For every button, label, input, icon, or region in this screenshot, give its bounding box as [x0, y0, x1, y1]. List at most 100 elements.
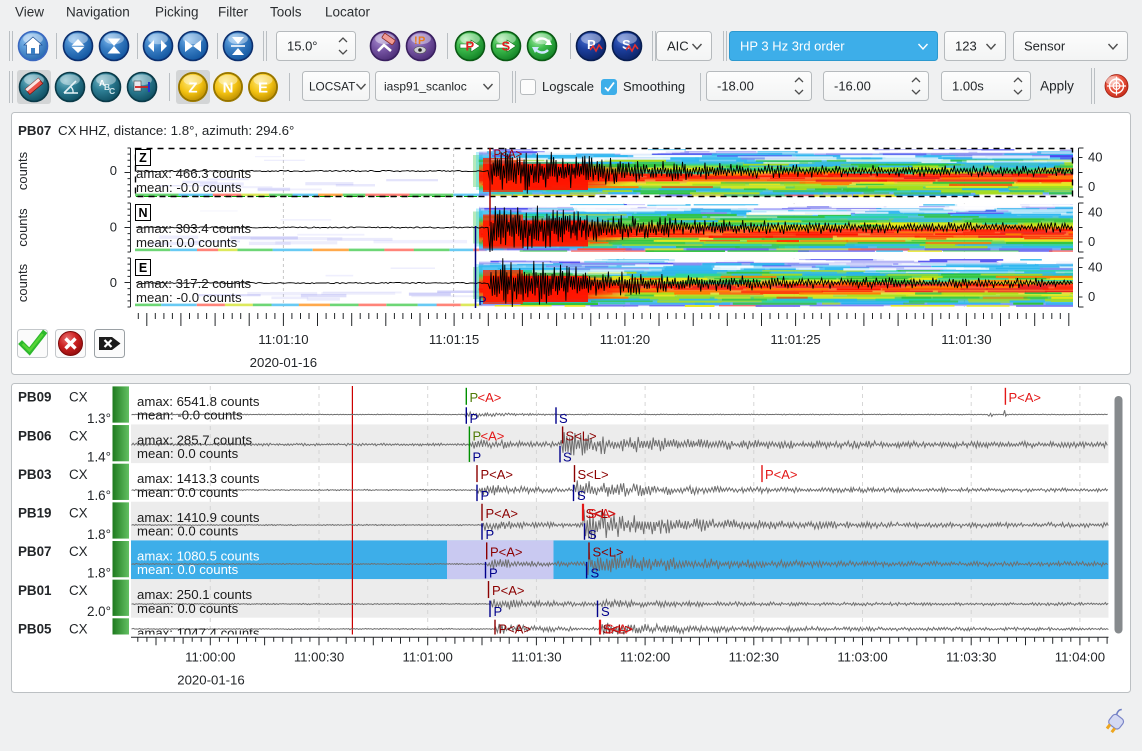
svg-text:11:01:00: 11:01:00 — [403, 650, 453, 665]
svg-text:HP 3 Hz 3rd order: HP 3 Hz 3rd order — [740, 39, 845, 54]
svg-text:CX: CX — [69, 622, 88, 637]
svg-text:LOCSAT: LOCSAT — [309, 80, 355, 94]
svg-text:2.0°: 2.0° — [87, 604, 111, 619]
svg-text:Locator: Locator — [325, 5, 371, 20]
svg-text:P: P — [489, 565, 498, 580]
svg-text:1.4°: 1.4° — [87, 449, 111, 464]
svg-text:E: E — [139, 261, 147, 275]
svg-text:11:01:25: 11:01:25 — [770, 332, 820, 347]
svg-text:0: 0 — [110, 163, 117, 178]
svg-text:mean: 0.0 counts: mean: 0.0 counts — [137, 446, 239, 461]
svg-text:CX: CX — [69, 544, 88, 559]
svg-text:PB03: PB03 — [18, 467, 52, 482]
svg-text:11:02:30: 11:02:30 — [729, 650, 779, 665]
svg-text:PB06: PB06 — [18, 428, 52, 443]
svg-text:P: P — [486, 527, 495, 542]
svg-text:S: S — [601, 604, 610, 619]
svg-text:11:01:15: 11:01:15 — [429, 332, 479, 347]
svg-text:PB01: PB01 — [18, 583, 52, 598]
svg-text:-16.00: -16.00 — [834, 79, 871, 94]
svg-text:N: N — [223, 80, 234, 97]
svg-text:P: P — [494, 604, 503, 619]
svg-text:amax: 466.3 counts: amax: 466.3 counts — [136, 166, 252, 181]
svg-text:PB07: PB07 — [18, 544, 52, 559]
svg-text:<A>: <A> — [478, 390, 502, 405]
svg-text:0: 0 — [1088, 289, 1095, 304]
svg-text:mean: 0.0 counts: mean: 0.0 counts — [136, 235, 238, 250]
svg-text:S: S — [588, 527, 597, 542]
svg-text:Z: Z — [139, 151, 147, 165]
svg-text:S<L>: S<L> — [566, 428, 597, 443]
svg-text:S: S — [563, 449, 572, 464]
svg-text:CX: CX — [69, 583, 88, 598]
svg-text:iasp91_scanloc: iasp91_scanloc — [384, 80, 467, 94]
svg-text:counts: counts — [15, 208, 30, 247]
svg-text:mean: -0.0 counts: mean: -0.0 counts — [136, 180, 242, 195]
svg-text:S<L>: S<L> — [578, 467, 609, 482]
svg-text:S: S — [591, 565, 600, 580]
svg-text:Logscale: Logscale — [542, 79, 594, 94]
svg-text:15.0°: 15.0° — [287, 39, 318, 54]
svg-text:CX: CX — [69, 467, 88, 482]
svg-text:HHZ, distance: 1.8°, azimuth:: HHZ, distance: 1.8°, azimuth: 294.6° — [79, 123, 294, 138]
svg-text:40: 40 — [1088, 150, 1102, 165]
svg-text:PB05: PB05 — [18, 622, 52, 637]
svg-text:11:01:30: 11:01:30 — [941, 332, 991, 347]
svg-text:View: View — [15, 5, 44, 20]
svg-text:1.8°: 1.8° — [87, 565, 111, 580]
svg-text:mean: 0.0 counts: mean: 0.0 counts — [137, 601, 239, 616]
svg-text:Sensor: Sensor — [1024, 39, 1066, 54]
svg-text:Picking: Picking — [155, 5, 199, 20]
svg-text:1.6°: 1.6° — [87, 488, 111, 503]
svg-text:N: N — [138, 206, 147, 220]
svg-text:amax: 303.4 counts: amax: 303.4 counts — [136, 221, 252, 236]
svg-text:!: ! — [414, 35, 418, 47]
svg-text:Smoothing: Smoothing — [623, 79, 685, 94]
svg-text:P<A>: P<A> — [494, 149, 523, 161]
svg-text:counts: counts — [15, 263, 30, 302]
svg-text:P<A>: P<A> — [1009, 390, 1042, 405]
svg-text:11:04:00: 11:04:00 — [1055, 650, 1105, 665]
svg-text:CX: CX — [69, 428, 88, 443]
svg-text:<A>: <A> — [481, 428, 505, 443]
svg-text:Tools: Tools — [270, 5, 302, 20]
svg-text:Apply: Apply — [1040, 79, 1074, 94]
svg-text:11:00:30: 11:00:30 — [294, 650, 344, 665]
svg-text:mean: -0.0 counts: mean: -0.0 counts — [136, 290, 242, 305]
svg-text:11:03:00: 11:03:00 — [837, 650, 887, 665]
svg-text:0: 0 — [1088, 179, 1095, 194]
svg-text:11:00:00: 11:00:00 — [185, 650, 235, 665]
svg-text:S: S — [559, 411, 568, 426]
svg-text:PB09: PB09 — [18, 390, 52, 405]
svg-text:Z: Z — [188, 80, 197, 97]
svg-text:11:01:20: 11:01:20 — [600, 332, 650, 347]
svg-text:mean: 0.0 counts: mean: 0.0 counts — [137, 485, 239, 500]
svg-text:S<L>: S<L> — [593, 544, 624, 559]
svg-text:2020-01-16: 2020-01-16 — [177, 673, 244, 688]
svg-text:P: P — [466, 39, 475, 54]
svg-text:P: P — [418, 35, 425, 47]
svg-text:S: S — [577, 488, 586, 503]
svg-text:amax: 317.2 counts: amax: 317.2 counts — [136, 276, 252, 291]
svg-text:E: E — [258, 80, 268, 97]
svg-text:mean: 0.0 counts: mean: 0.0 counts — [137, 562, 239, 577]
svg-text:Navigation: Navigation — [66, 5, 130, 20]
svg-text:11:01:30: 11:01:30 — [511, 650, 561, 665]
svg-text:P: P — [473, 449, 482, 464]
svg-text:1.8°: 1.8° — [87, 527, 111, 542]
svg-text:P<A>: P<A> — [492, 583, 525, 598]
svg-text:mean: -0.0 counts: mean: -0.0 counts — [137, 408, 243, 423]
svg-text:S<A>: S<A> — [588, 506, 615, 521]
svg-text:11:01:10: 11:01:10 — [258, 332, 308, 347]
svg-text:11:02:00: 11:02:00 — [620, 650, 670, 665]
svg-text:P: P — [481, 488, 490, 503]
svg-text:CX: CX — [69, 390, 88, 405]
svg-text:P<A>: P<A> — [490, 544, 523, 559]
svg-text:11:03:30: 11:03:30 — [946, 650, 996, 665]
svg-text:40: 40 — [1088, 205, 1102, 220]
svg-text:P: P — [470, 411, 479, 426]
svg-text:CX: CX — [69, 506, 88, 521]
svg-text:counts: counts — [15, 151, 30, 190]
svg-text:mean: 0.0 counts: mean: 0.0 counts — [137, 523, 239, 538]
svg-text:P: P — [479, 294, 487, 308]
